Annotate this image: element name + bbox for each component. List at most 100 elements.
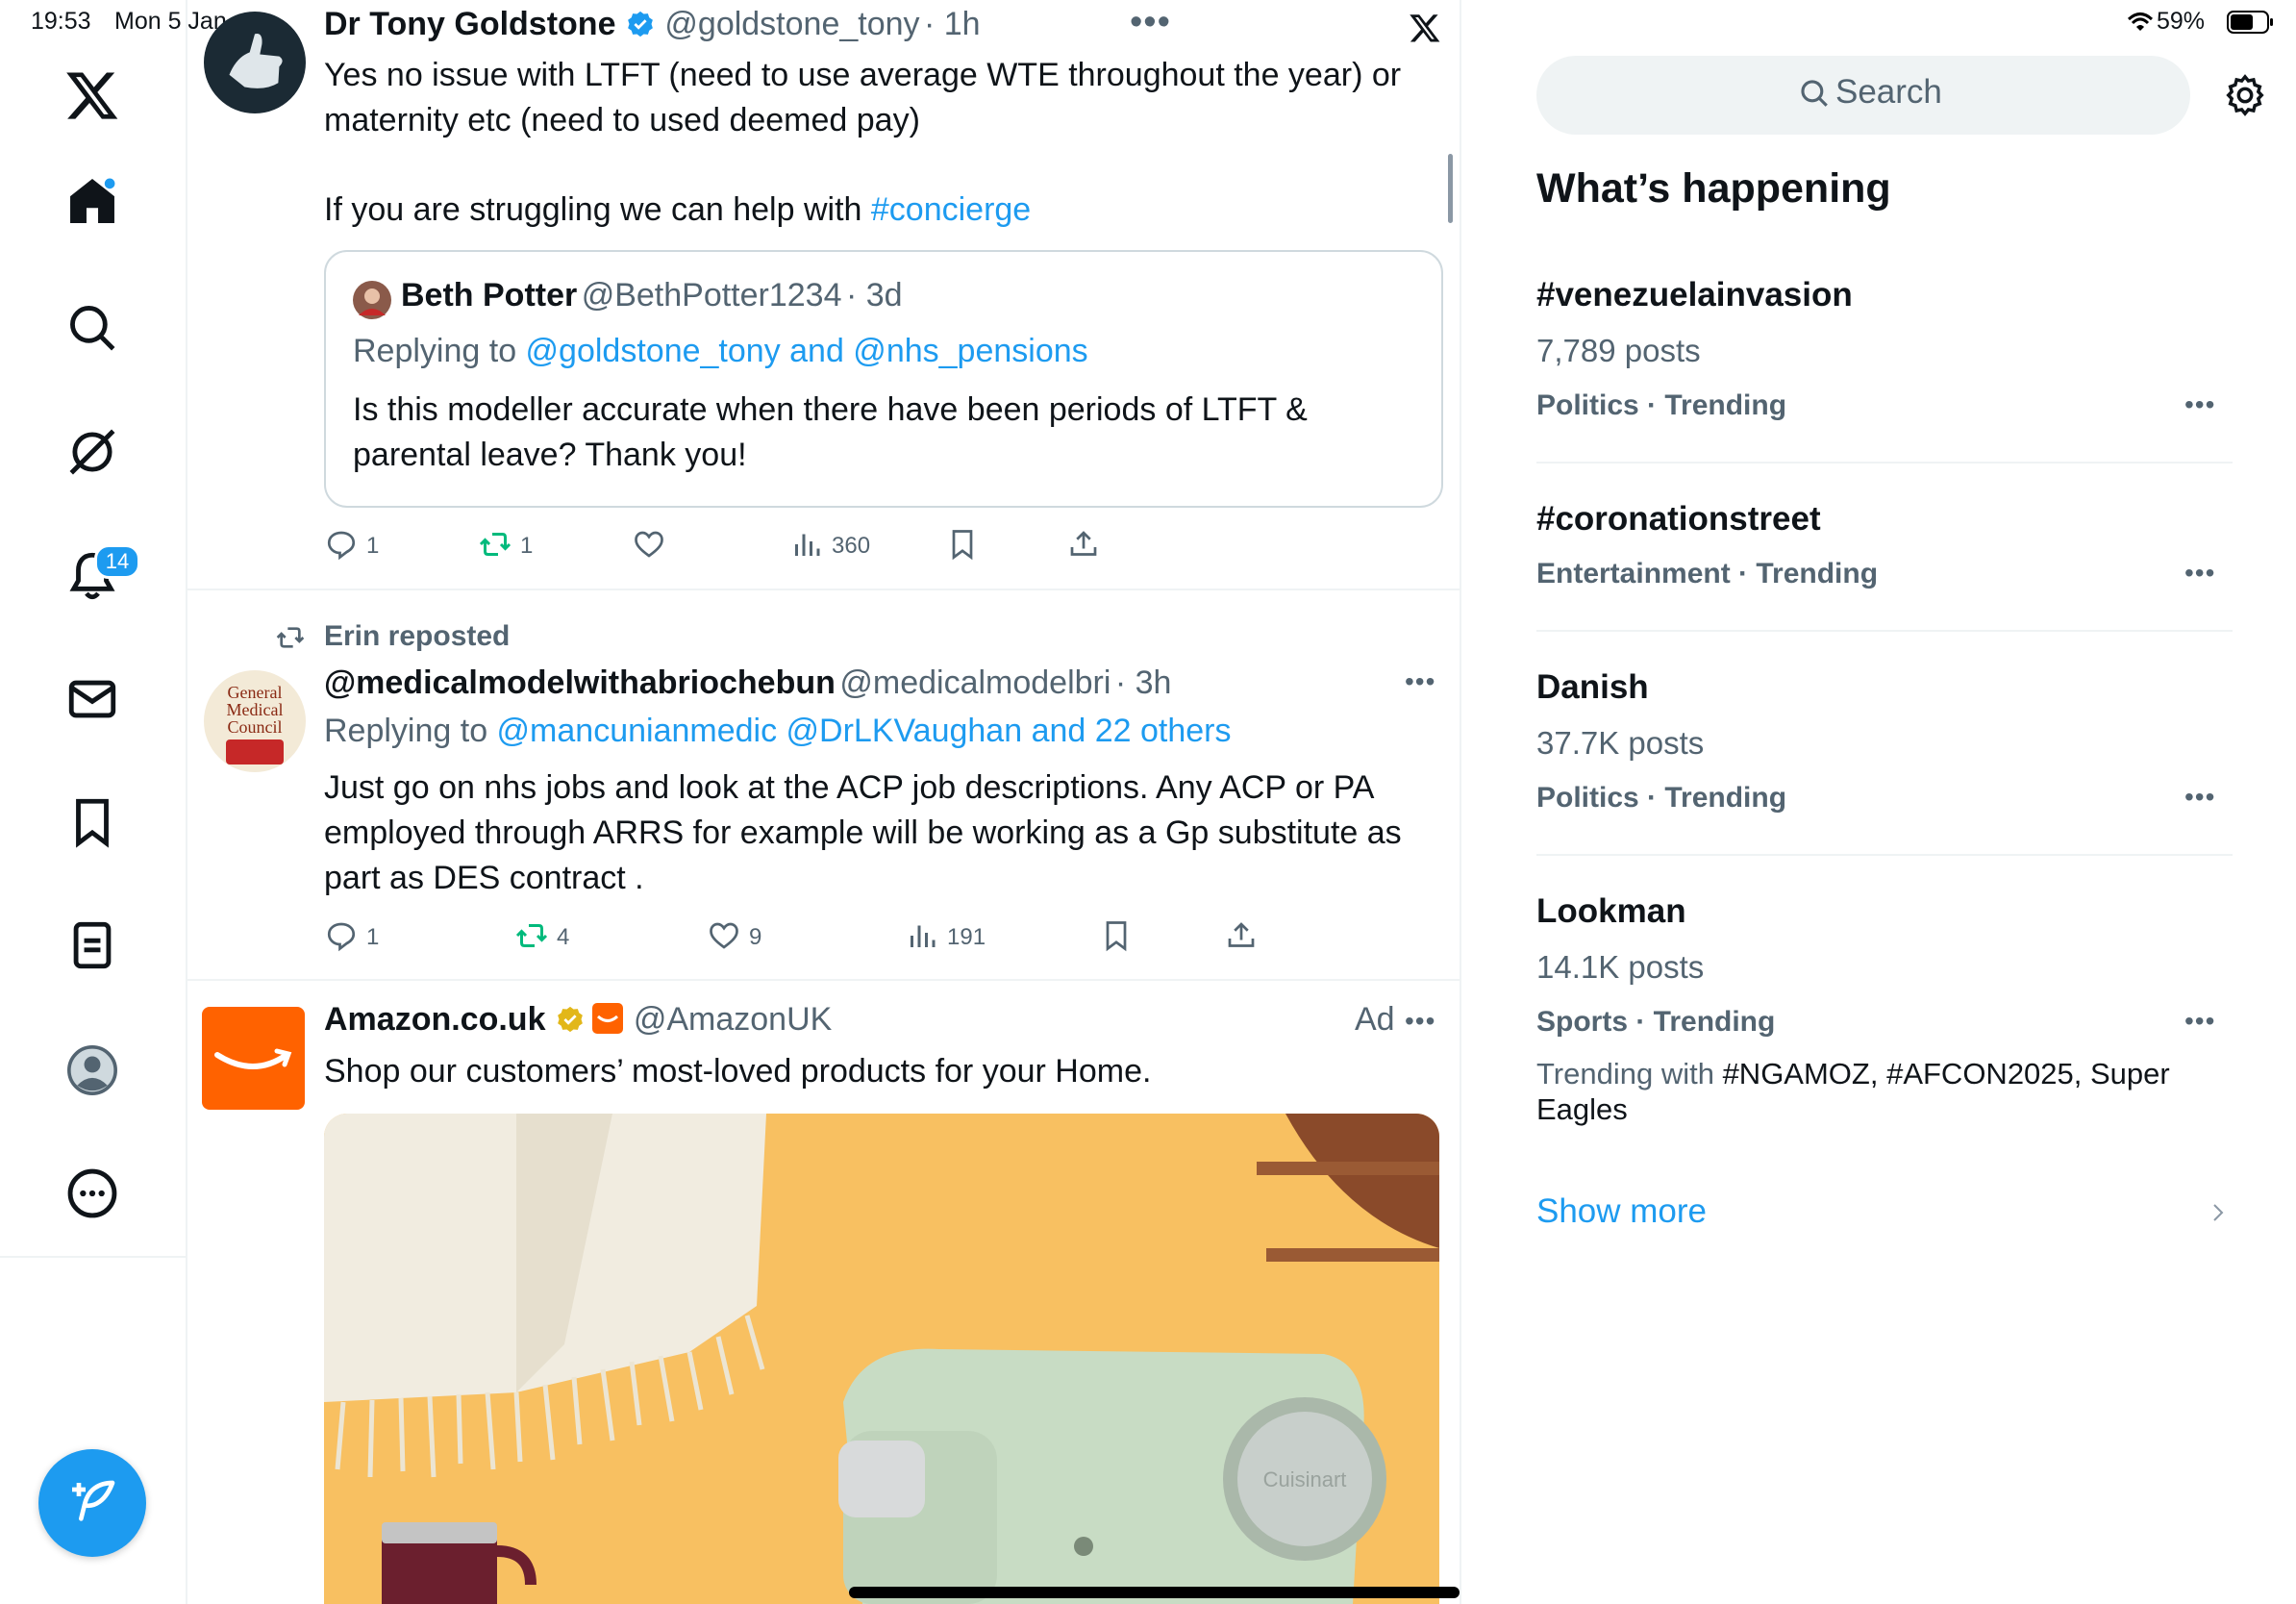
reply-count: 1 [366,533,380,559]
compose-post-button[interactable] [38,1449,146,1557]
search-placeholder: Search [1835,73,1942,111]
quoted-post-text: Is this modeller accurate when there hav… [353,388,1410,478]
avatar [353,281,391,319]
x-logo-icon[interactable] [64,67,120,123]
author-name[interactable]: @medicalmodelwithabriochebun [324,664,836,701]
post-text-line: If you are struggling we can help with [324,191,871,228]
views-count: 191 [947,924,986,950]
repost-icon[interactable] [514,918,549,953]
replying-to-handles[interactable]: @goldstone_tony and @nhs_pensions [526,333,1088,369]
gold-verified-badge-icon [558,1006,583,1033]
grok-icon[interactable] [64,424,120,480]
post-text-line: Yes no issue with LTFT (need to use aver… [324,57,1402,93]
post-divider [186,979,1460,981]
profile-avatar-icon[interactable] [64,1042,120,1098]
search-icon[interactable] [64,300,120,356]
repost-indicator-icon [276,627,305,648]
share-icon[interactable] [1066,527,1101,562]
share-icon[interactable] [1224,918,1259,953]
home-icon[interactable] [64,173,120,229]
wifi-icon [2127,13,2154,31]
verified-badge-icon [628,11,653,38]
more-options-icon[interactable]: ••• [2184,558,2215,589]
trend-category: Sports · Trending [1536,1006,1776,1038]
author-handle[interactable]: @AmazonUK [634,1001,832,1038]
author-name[interactable]: Dr Tony Goldstone [324,6,615,42]
quoted-author-handle: @BethPotter1234 [581,277,842,313]
quoted-post-time: · 3d [845,277,903,313]
trend-title[interactable]: Danish [1536,668,1649,707]
replying-to: Replying to @goldstone_tony and @nhs_pen… [353,333,1088,370]
trending-with-tags[interactable]: Eagles [1536,1092,1628,1126]
post-text-line: Just go on nhs jobs and look at the ACP … [324,769,1375,806]
whats-happening-heading: What’s happening [1536,165,1891,212]
amazon-smile-logo-icon [214,1048,292,1069]
more-options-icon[interactable]: ••• [1405,666,1435,697]
trend-title[interactable]: Lookman [1536,892,1686,931]
post-text-line: part as DES contract . [324,860,644,896]
avatar[interactable]: General Medical Council [204,670,306,772]
avatar[interactable] [204,12,306,113]
post-text: Yes no issue with LTFT (need to use aver… [324,53,1439,233]
post-actions: 1 1 360 [324,527,1439,565]
author-handle[interactable]: @medicalmodelbri [839,664,1111,701]
scrollbar[interactable] [1448,154,1453,223]
compose-feather-icon [72,1480,115,1521]
settings-gear-icon[interactable] [2223,73,2267,117]
like-count: 9 [749,924,762,950]
reply-icon[interactable] [324,527,359,562]
home-indicator [849,1587,1460,1598]
trending-with-tags[interactable]: #NGAMOZ, #AFCON2025, Super [1723,1057,2170,1090]
ad-image[interactable]: Cuisinart [324,1114,1439,1604]
repost-icon[interactable] [478,527,512,562]
trend-posts: 14.1K posts [1536,949,1705,985]
timeline-feed[interactable]: Dr Tony Goldstone @goldstone_tony · 1h •… [186,0,1461,1604]
quoted-text-line: Is this modeller accurate when there hav… [353,391,1308,428]
bookmark-icon[interactable] [945,527,980,562]
avatar[interactable] [202,1007,305,1110]
repost-count: 1 [520,533,534,559]
views-analytics-icon[interactable] [905,918,939,953]
quoted-author-name: Beth Potter [401,277,578,313]
more-options-icon[interactable]: ••• [2184,782,2215,813]
post-time: · 3h [1114,664,1172,701]
more-options-icon[interactable]: ••• [2184,389,2215,420]
post-text: Just go on nhs jobs and look at the ACP … [324,765,1439,901]
reply-icon[interactable] [324,918,359,953]
more-options-icon[interactable] [64,1165,120,1221]
messages-icon[interactable] [64,671,120,727]
views-count: 360 [832,533,871,559]
chevron-right-icon[interactable] [2208,1200,2229,1225]
x-logo-icon [1410,14,1440,42]
author-name[interactable]: Amazon.co.uk [324,1001,545,1038]
bookmark-icon[interactable] [1099,918,1134,953]
hashtag-link[interactable]: #concierge [871,191,1031,228]
like-heart-icon[interactable] [707,918,741,953]
trend-title[interactable]: #coronationstreet [1536,500,1821,539]
notifications-badge: 14 [94,544,140,579]
author-handle[interactable]: @goldstone_tony [664,6,919,42]
replying-to-label: Replying to [324,713,497,749]
more-options-icon[interactable]: ••• [1130,2,1171,43]
post-text-line: maternity etc (need to used deemed pay) [324,102,920,138]
trend-category: Politics · Trending [1536,389,1787,421]
trend-category: Politics · Trending [1536,782,1787,814]
affiliate-badge-icon [592,1003,624,1034]
trend-title[interactable]: #venezuelainvasion [1536,276,1853,314]
trend-divider [1536,630,2233,632]
replying-to-handles[interactable]: @mancunianmedic @DrLKVaughan and 22 othe… [497,713,1232,749]
more-options-icon[interactable]: ••• [2184,1006,2215,1037]
replying-to-label: Replying to [353,333,526,369]
bookmarks-icon[interactable] [64,794,120,850]
trending-with: Trending with #NGAMOZ, #AFCON2025, Super… [1536,1056,2209,1127]
lists-icon[interactable] [64,917,120,973]
views-analytics-icon[interactable] [789,527,824,562]
quoted-post[interactable]: Beth Potter @BethPotter1234 · 3d Replyin… [324,250,1443,508]
more-options-icon[interactable]: ••• [1405,1006,1435,1037]
like-heart-icon[interactable] [632,527,666,562]
trend-divider [1536,854,2233,856]
battery-icon [2227,11,2273,34]
reposted-by[interactable]: Erin reposted [324,620,510,653]
trending-with-label: Trending with [1536,1057,1723,1090]
show-more-link[interactable]: Show more [1536,1192,1707,1231]
